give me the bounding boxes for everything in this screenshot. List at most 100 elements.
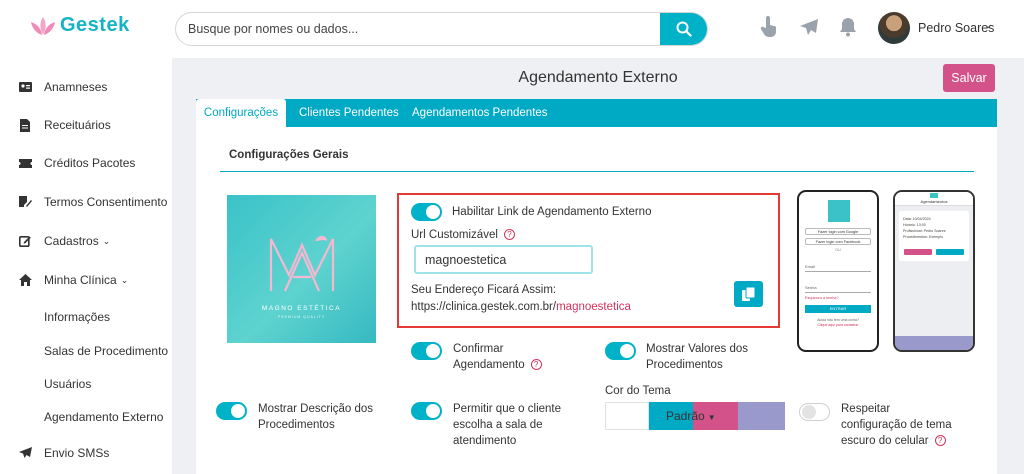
label-line: Procedimentos <box>258 419 335 431</box>
help-icon[interactable]: ? <box>530 359 542 370</box>
sidebar-item-label: Créditos Pacotes <box>44 156 136 170</box>
tab-configuracoes[interactable]: Configurações <box>196 99 286 127</box>
sidebar-item-receituarios[interactable]: Receituários <box>18 118 111 132</box>
label-line: Agendamento <box>453 359 525 371</box>
sidebar-item-anamneses[interactable]: Anamneses <box>18 80 107 94</box>
appointment-date: Data: 10/04/2024 <box>903 217 931 221</box>
section-divider <box>220 171 974 172</box>
label-line: Mostrar Valores dos <box>646 343 749 355</box>
sidebar-item-label: Anamneses <box>44 80 108 94</box>
custom-url-label-text: Url Customizável <box>411 229 498 241</box>
address-slug: magnoestetica <box>556 301 631 313</box>
main-content: Agendamento Externo Salvar Configurações… <box>172 58 1024 474</box>
sidebar-item-label: Minha Clínica <box>44 273 117 287</box>
copy-link-button[interactable] <box>734 281 763 307</box>
theme-color-label: Cor do Tema <box>605 385 671 397</box>
label-line: Confirmar <box>453 343 504 355</box>
label-line: Permitir que o cliente <box>453 403 562 415</box>
label-line: atendimento <box>453 435 517 447</box>
chevron-down-icon: ⌄ <box>102 235 111 246</box>
search-button[interactable] <box>660 13 707 45</box>
preview-bottom-nav <box>895 336 973 350</box>
address-base: https://clinica.gestek.com.br/ <box>411 301 557 313</box>
field-line <box>805 292 871 293</box>
hand-pointer-icon[interactable] <box>760 16 778 38</box>
help-icon[interactable]: ? <box>503 229 515 240</box>
show-values-toggle[interactable] <box>605 342 636 360</box>
home-icon <box>18 273 32 287</box>
bell-icon[interactable] <box>839 17 857 37</box>
label-line: escolha a sala de <box>453 419 543 431</box>
document-icon <box>18 118 32 132</box>
sidebar-item-label: Envio SMSs <box>44 446 110 460</box>
forgot-password-link: Esqueceu a senha? <box>805 296 839 300</box>
save-button[interactable]: Salvar <box>943 64 995 92</box>
search-input[interactable] <box>176 13 661 45</box>
email-field-label: Email <box>805 264 816 269</box>
allow-room-choice-label: Permitir que o cliente escolha a sala de… <box>453 401 561 449</box>
avatar[interactable] <box>878 12 910 44</box>
tab-agendamentos-pendentes[interactable]: Agendamentos Pendentes <box>412 99 548 127</box>
app-name: Gestek <box>60 14 130 36</box>
user-name[interactable]: Pedro Soares <box>918 21 994 35</box>
field-line <box>805 271 871 272</box>
sidebar-item-envio-smss[interactable]: Envio SMSs <box>18 446 109 460</box>
sidebar: Anamneses Receituários Créditos Pacotes … <box>0 58 172 474</box>
sidebar-item-cadastros[interactable]: Cadastros ⌄ <box>18 234 110 248</box>
tab-bar: Configurações Clientes Pendentes Agendam… <box>196 99 997 127</box>
appointment-details: Data: 10/04/2024 Horário: 13:00 Profissi… <box>903 216 946 240</box>
sidebar-subitem-informacoes[interactable]: Informações <box>44 310 110 324</box>
sidebar-subitem-salas-procedimento[interactable]: Salas de Procedimento <box>44 344 168 358</box>
edit-appointment-button <box>904 249 932 255</box>
facebook-login-button: Fazer login com Facebook <box>805 238 871 245</box>
sidebar-subitem-usuarios[interactable]: Usuários <box>44 377 91 391</box>
enable-link-label: Habilitar Link de Agendamento Externo <box>452 206 652 218</box>
chevron-down-icon[interactable]: ⌄ <box>984 20 992 31</box>
app-logo[interactable]: Gestek <box>30 14 130 37</box>
sidebar-item-creditos-pacotes[interactable]: Créditos Pacotes <box>18 156 135 170</box>
chevron-down-icon: ⌄ <box>120 274 129 285</box>
custom-url-input[interactable] <box>414 245 593 274</box>
page-title: Agendamento Externo <box>518 69 678 86</box>
preview-logo <box>828 200 850 222</box>
clinic-logo-image[interactable]: MAGNO ESTÉTICA PREMIUM QUALITY <box>227 195 376 343</box>
settings-card: Configurações Gerais MAGNO ESTÉTICA PREM… <box>196 127 997 474</box>
lotus-logo-icon <box>31 16 55 35</box>
booking-preview-phone: Agendamentos Data: 10/04/2024 Horário: 1… <box>893 190 975 352</box>
address-label: Seu Endereço Ficará Assim: <box>411 284 557 296</box>
preview-body: Data: 10/04/2024 Horário: 13:00 Profissi… <box>895 206 973 336</box>
allow-room-choice-toggle[interactable] <box>411 402 442 420</box>
sidebar-item-label: Cadastros <box>44 234 99 248</box>
appointment-card: Data: 10/04/2024 Horário: 13:00 Profissi… <box>899 211 969 261</box>
confirm-appointment-toggle[interactable] <box>411 342 442 360</box>
label-line: escuro do celular <box>841 435 929 447</box>
appointment-professional: Profissional: Pedro Soares <box>903 229 946 233</box>
appointment-procedure: Procedimentos: Exemplo <box>903 235 943 239</box>
theme-dropdown[interactable]: Padrão ▼ <box>666 408 716 426</box>
dark-mode-toggle[interactable] <box>799 403 830 421</box>
help-icon[interactable]: ? <box>934 435 946 446</box>
preview-logo <box>930 193 938 198</box>
label-line: Mostrar Descrição dos <box>258 403 374 415</box>
copy-icon <box>742 287 755 301</box>
show-description-toggle[interactable] <box>216 402 247 420</box>
tab-clientes-pendentes[interactable]: Clientes Pendentes <box>299 99 399 127</box>
register-link: Clique aqui para cadastrar <box>817 323 859 327</box>
brand-name: MAGNO ESTÉTICA <box>261 305 342 312</box>
dark-mode-label: Respeitar configuração de tema escuro do… <box>841 401 952 449</box>
sidebar-subitem-agendamento-externo[interactable]: Agendamento Externo <box>44 410 163 424</box>
preview-header: Agendamentos <box>895 192 973 206</box>
google-login-button: Fazer login com Google <box>805 228 871 235</box>
enable-link-toggle[interactable] <box>411 203 442 221</box>
signature-icon <box>18 195 32 209</box>
theme-swatch-lavender[interactable] <box>738 402 785 430</box>
sidebar-item-termos-consentimento[interactable]: Termos Consentimento <box>18 195 167 209</box>
delete-appointment-button <box>936 249 964 255</box>
section-title: Configurações Gerais <box>229 149 349 161</box>
paper-plane-icon[interactable] <box>799 18 819 36</box>
sidebar-item-minha-clinica[interactable]: Minha Clínica ⌄ <box>18 273 128 287</box>
edit-icon <box>18 234 32 248</box>
send-icon <box>18 446 32 460</box>
show-values-label: Mostrar Valores dos Procedimentos <box>646 341 748 373</box>
theme-swatch-white[interactable] <box>605 402 649 430</box>
